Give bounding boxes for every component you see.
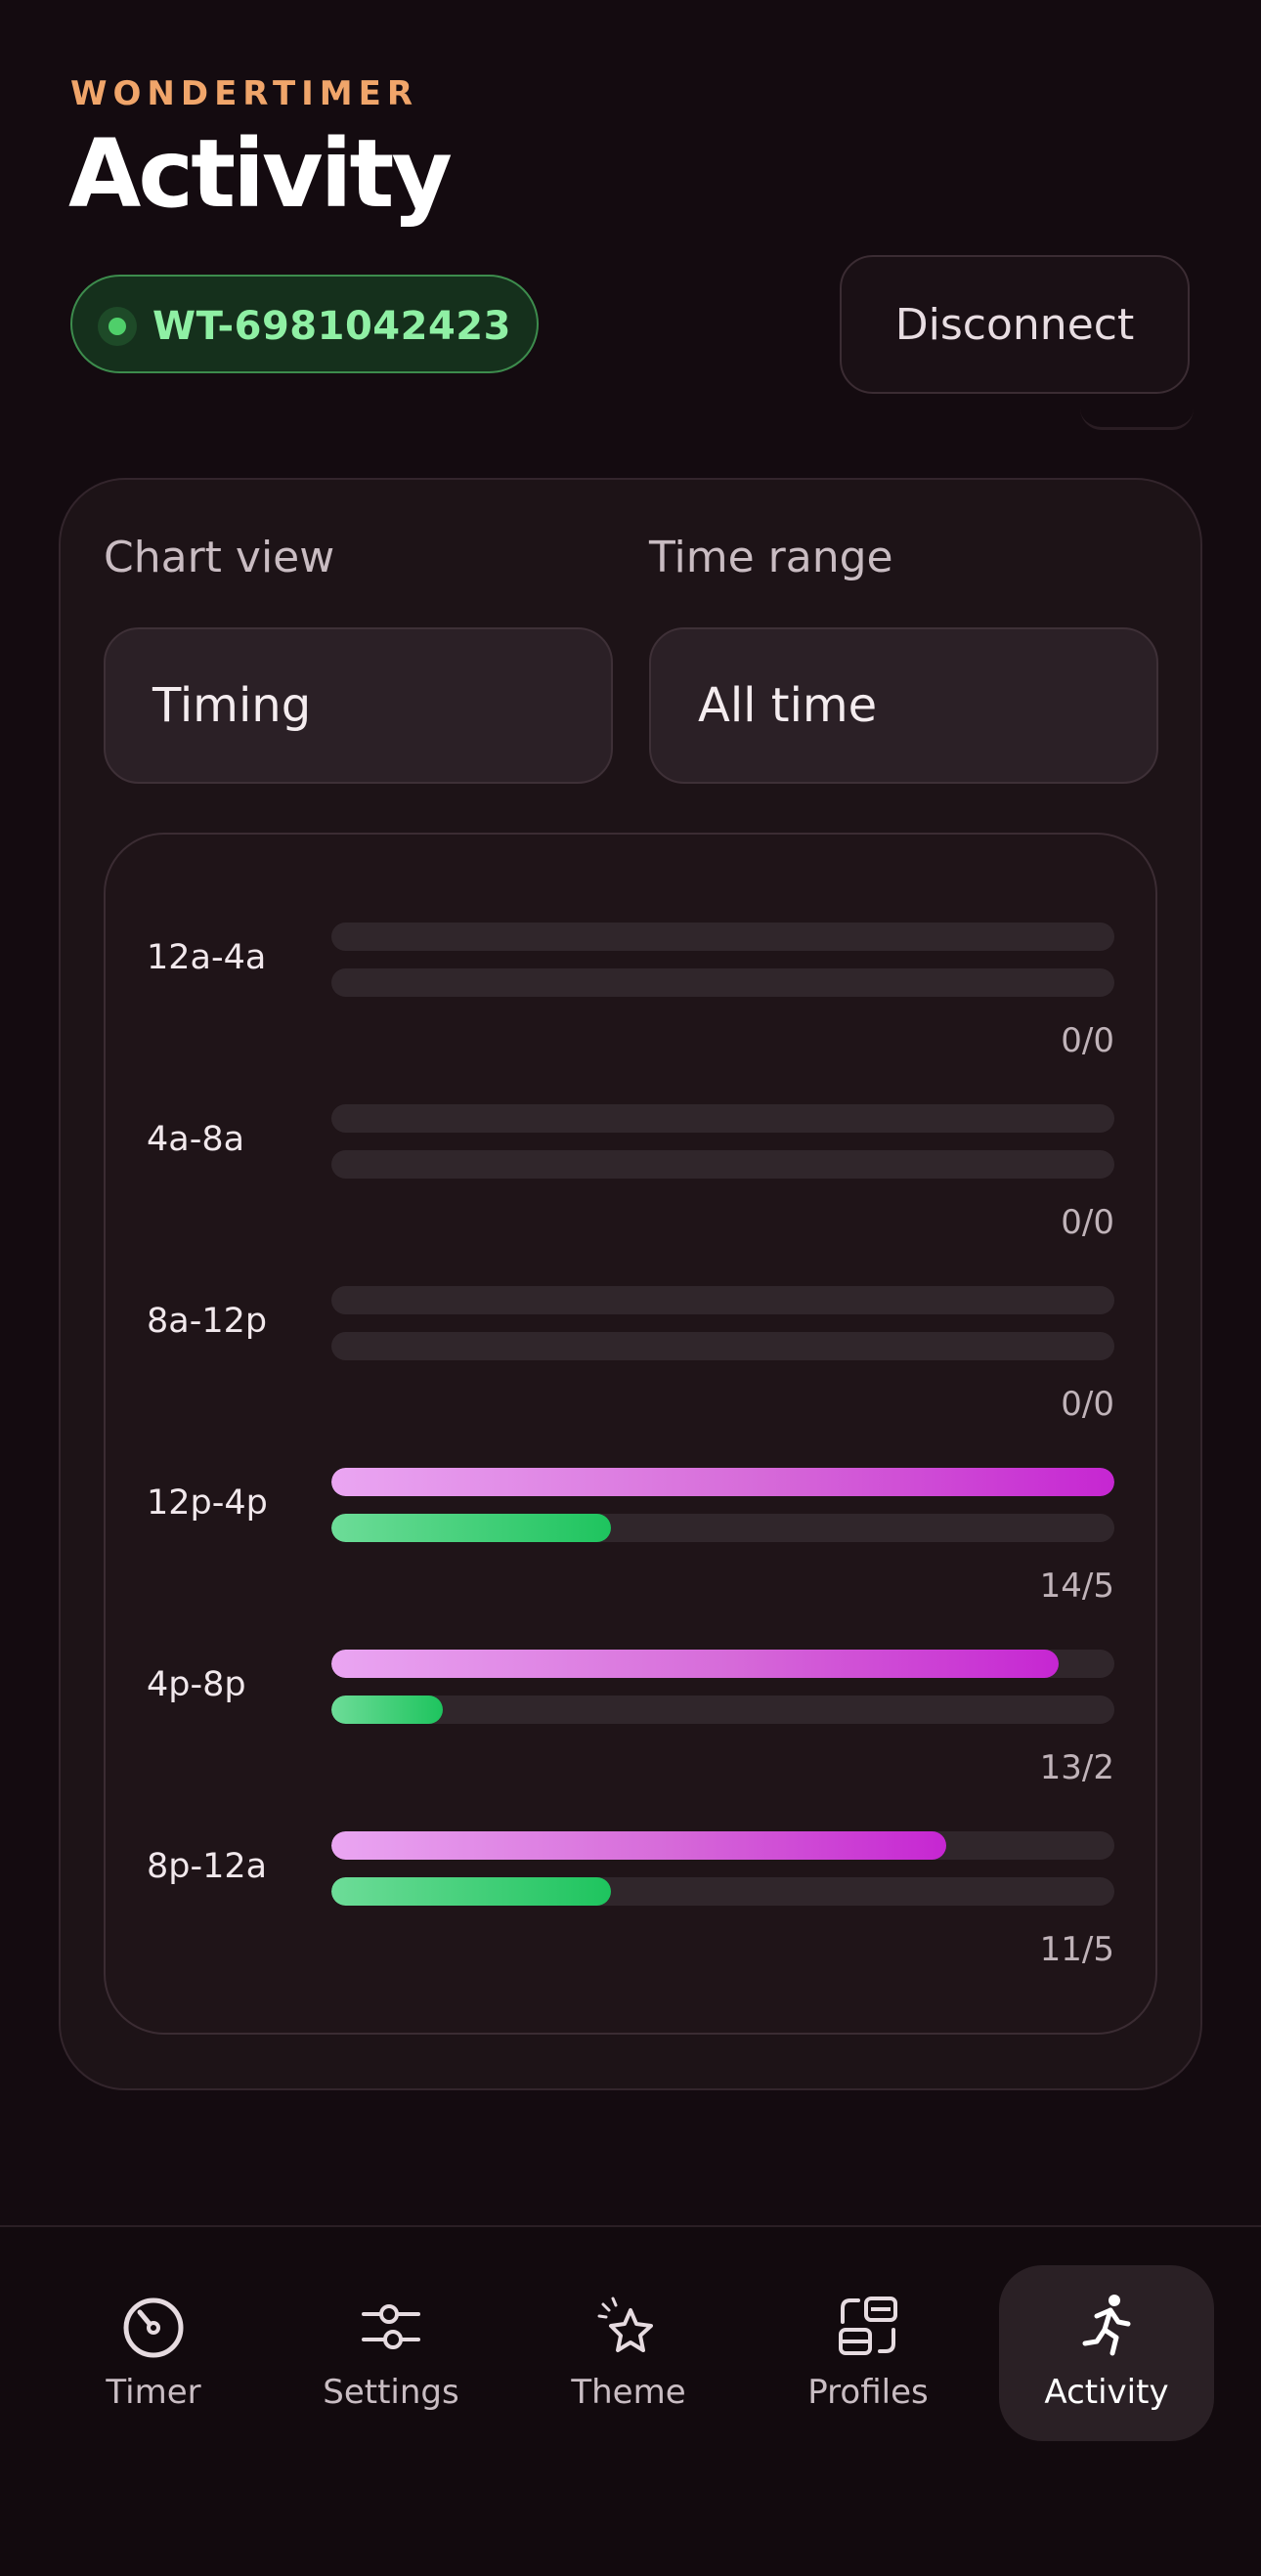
row-label: 4a-8a (147, 1120, 245, 1159)
bar-track-pink (331, 1468, 1114, 1496)
bar-track-green (331, 1150, 1114, 1179)
time-range-select[interactable]: All time (649, 627, 1158, 784)
nav-item-settings[interactable]: Settings (283, 2265, 499, 2441)
bar-track-green (331, 968, 1114, 997)
nav-item-profiles[interactable]: Profiles (761, 2265, 976, 2441)
disconnect-button[interactable]: Disconnect (840, 255, 1190, 394)
bar-track-pink (331, 1104, 1114, 1133)
bar-green (331, 1696, 444, 1724)
row-count: 13/2 (1039, 1748, 1114, 1787)
nav-label-profiles: Profiles (807, 2373, 929, 2412)
timer-icon (123, 2297, 184, 2358)
bar-track-green (331, 1877, 1114, 1906)
status-dot-icon (98, 307, 137, 346)
bar-track-pink (331, 923, 1114, 951)
sparkle-star-icon (597, 2297, 653, 2352)
row-count: 14/5 (1039, 1567, 1114, 1606)
row-count: 11/5 (1039, 1930, 1114, 1969)
nav-label-timer: Timer (106, 2373, 201, 2412)
time-range-value: All time (698, 678, 878, 733)
time-range-label: Time range (649, 533, 893, 582)
row-count: 0/0 (1061, 1203, 1114, 1242)
bar-pink (331, 1468, 1114, 1496)
bar-pink (331, 1831, 947, 1860)
running-person-icon (1082, 2295, 1131, 2356)
bar-green (331, 1877, 612, 1906)
chart-view-select[interactable]: Timing (104, 627, 613, 784)
device-status-pill: WT-6981042423 (70, 275, 539, 373)
chart-view-label: Chart view (104, 533, 335, 582)
nav-label-activity: Activity (1044, 2373, 1169, 2412)
nav-item-timer[interactable]: Timer (46, 2265, 261, 2441)
bar-track-green (331, 1514, 1114, 1542)
bar-track-green (331, 1696, 1114, 1724)
nav-item-activity[interactable]: Activity (999, 2265, 1214, 2441)
row-label: 12a-4a (147, 938, 267, 977)
page-title: Activity (68, 119, 453, 229)
nav-label-theme: Theme (571, 2373, 686, 2412)
bar-green (331, 1514, 612, 1542)
row-count: 0/0 (1061, 1385, 1114, 1424)
disconnect-shadow (1080, 408, 1194, 430)
row-count: 0/0 (1061, 1021, 1114, 1060)
bar-track-pink (331, 1831, 1114, 1860)
chart-view-value: Timing (152, 678, 312, 733)
row-label: 4p-8p (147, 1665, 246, 1704)
nav-item-theme[interactable]: Theme (521, 2265, 736, 2441)
brand-label: WONDERTIMER (70, 74, 419, 113)
row-label: 8a-12p (147, 1302, 268, 1341)
bar-track-pink (331, 1286, 1114, 1314)
nav-label-settings: Settings (323, 2373, 459, 2412)
sliders-icon (362, 2304, 420, 2349)
profiles-icon (839, 2297, 897, 2355)
bar-track-pink (331, 1650, 1114, 1678)
bar-pink (331, 1650, 1059, 1678)
row-label: 12p-4p (147, 1483, 268, 1523)
bar-track-green (331, 1332, 1114, 1360)
row-label: 8p-12a (147, 1847, 268, 1886)
device-id: WT-6981042423 (152, 304, 511, 349)
